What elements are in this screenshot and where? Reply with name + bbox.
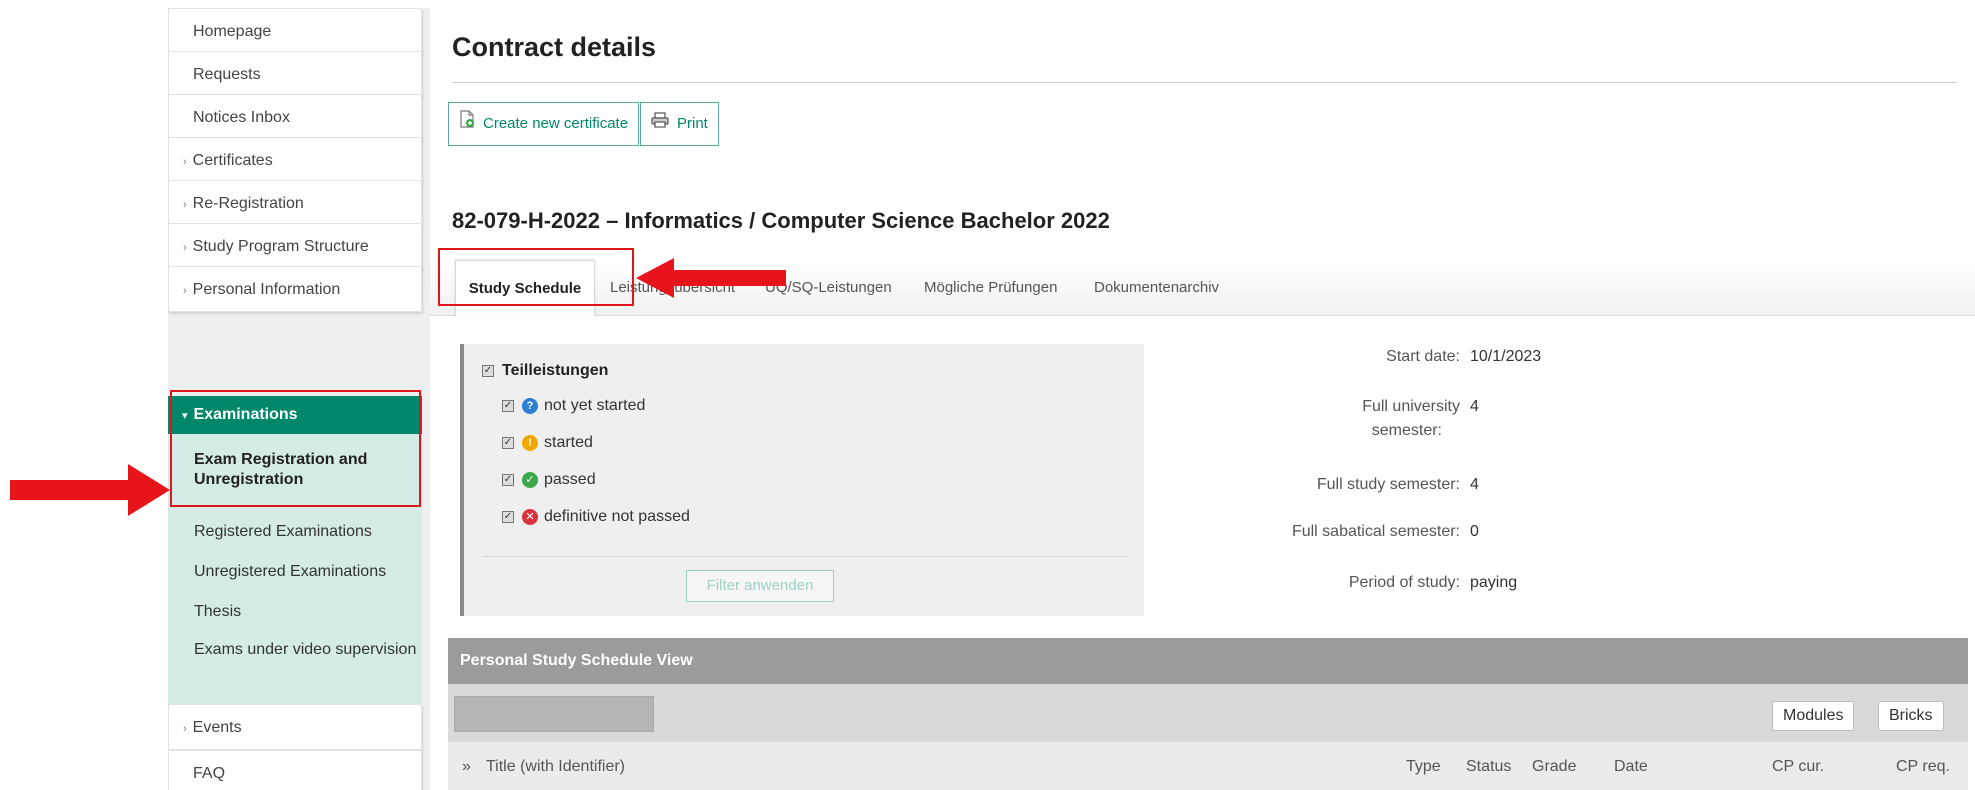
period-of-study-value: paying: [1470, 574, 1518, 591]
sidebar-item-notices-inbox[interactable]: Notices Inbox: [168, 94, 422, 140]
title-divider: [452, 82, 1957, 83]
chevron-right-icon: ›: [183, 156, 187, 168]
sidebar-item-label: Homepage: [193, 23, 272, 40]
expand-all-icon[interactable]: »: [462, 758, 471, 776]
sidebar-item-homepage[interactable]: Homepage: [168, 8, 422, 54]
printer-icon: [651, 103, 669, 145]
filter-option-label: definitive not passed: [544, 508, 690, 525]
period-of-study-label: Period of study:: [1348, 574, 1460, 591]
filter-option-definitive-not-passed[interactable]: ✓ ✕ definitive not passed: [502, 508, 690, 526]
checkbox-icon[interactable]: ✓: [502, 473, 514, 486]
cross-icon: ✕: [522, 508, 538, 525]
submenu-item-unregistered-examinations[interactable]: Unregistered Examinations: [194, 562, 419, 582]
chevron-right-icon: ›: [183, 723, 187, 735]
sidebar-item-label: Notices Inbox: [193, 109, 290, 126]
apply-filter-button[interactable]: Filter anwenden: [686, 570, 834, 602]
sidebar-item-faq[interactable]: FAQ: [168, 750, 422, 790]
start-date-label: Start date:: [1386, 348, 1460, 365]
create-certificate-button[interactable]: Create new certificate: [448, 102, 640, 146]
filter-divider: [482, 556, 1127, 557]
create-certificate-label: Create new certificate: [483, 115, 629, 132]
column-date[interactable]: Date: [1614, 758, 1648, 776]
checkbox-icon[interactable]: ✓: [502, 399, 514, 412]
sidebar-item-label: Requests: [193, 66, 261, 83]
column-type[interactable]: Type: [1406, 758, 1441, 776]
column-cp-current[interactable]: CP cur.: [1772, 758, 1824, 776]
page-title: Contract details: [452, 32, 657, 62]
filter-group-teilleistungen[interactable]: ✓ Teilleistungen: [482, 362, 608, 380]
full-university-semester-value: 4: [1470, 398, 1479, 415]
sidebar-item-study-program-structure[interactable]: › Study Program Structure: [168, 223, 422, 269]
schedule-column-header: » Title (with Identifier) Type Status Gr…: [448, 742, 1968, 790]
red-arrow-right-icon: [10, 464, 170, 516]
checkbox-icon[interactable]: ✓: [502, 436, 514, 449]
schedule-header: Personal Study Schedule View: [448, 638, 1968, 684]
full-study-semester-value: 4: [1470, 476, 1479, 493]
filter-option-label: not yet started: [544, 397, 646, 414]
sidebar-item-label: FAQ: [193, 765, 226, 782]
print-button[interactable]: Print: [640, 102, 719, 146]
filter-option-passed[interactable]: ✓ ✓ passed: [502, 471, 596, 489]
main-content: Contract details Create new certificate …: [430, 8, 1975, 790]
submenu-item-thesis[interactable]: Thesis: [194, 602, 419, 622]
bricks-view-button[interactable]: Bricks: [1878, 701, 1944, 731]
checkbox-icon[interactable]: ✓: [482, 364, 494, 377]
column-cp-required[interactable]: CP req.: [1896, 758, 1950, 776]
chevron-right-icon: ›: [183, 199, 187, 211]
sidebar-item-certificates[interactable]: › Certificates: [168, 137, 422, 183]
sidebar-item-personal-information[interactable]: › Personal Information: [168, 266, 422, 312]
sabbatical-semester-label: Full sabatical semester:: [1291, 523, 1460, 540]
tab-dokumentenarchiv[interactable]: Dokumentenarchiv: [1094, 260, 1219, 316]
column-grade[interactable]: Grade: [1532, 758, 1576, 776]
chevron-right-icon: ›: [183, 242, 187, 254]
sidebar-item-label: Events: [192, 719, 242, 736]
column-status[interactable]: Status: [1466, 758, 1511, 776]
submenu-item-registered-examinations[interactable]: Registered Examinations: [194, 522, 419, 542]
highlight-box-study-schedule-tab: [438, 248, 634, 306]
full-study-semester-label: Full study semester:: [1316, 476, 1460, 493]
sidebar-item-re-registration[interactable]: › Re-Registration: [168, 180, 422, 226]
highlight-box-examinations: [170, 390, 421, 507]
program-title: 82-079-H-2022 – Informatics / Computer S…: [452, 208, 1110, 233]
question-icon: ?: [522, 397, 538, 414]
schedule-toolbar: Modules Bricks: [448, 684, 1968, 742]
sidebar-item-events[interactable]: › Events: [168, 704, 422, 750]
submenu-item-exams-video-supervision[interactable]: Exams under video supervision: [194, 640, 419, 660]
filter-option-started[interactable]: ✓! started: [502, 434, 593, 452]
sidebar-item-label: Study Program Structure: [192, 238, 369, 255]
schedule-search-field[interactable]: [454, 696, 654, 732]
full-university-semester-label-line1: Full university: [1362, 398, 1460, 415]
check-icon: ✓: [522, 471, 538, 488]
filter-group-label: Teilleistungen: [502, 362, 609, 379]
print-label: Print: [677, 115, 708, 132]
filter-option-label: passed: [544, 471, 596, 488]
full-university-semester-label-line2: semester:: [1371, 422, 1442, 439]
sidebar-item-requests[interactable]: Requests: [168, 51, 422, 97]
sabbatical-semester-value: 0: [1470, 523, 1479, 540]
sidebar-item-label: Re-Registration: [192, 195, 304, 212]
exclamation-icon: !: [522, 434, 538, 451]
sidebar-item-label: Personal Information: [192, 281, 341, 298]
column-title[interactable]: Title (with Identifier): [486, 758, 625, 776]
chevron-right-icon: ›: [183, 285, 187, 297]
checkbox-icon[interactable]: ✓: [502, 510, 514, 523]
modules-view-button[interactable]: Modules: [1772, 701, 1855, 731]
red-arrow-left-icon: [636, 258, 786, 298]
tab-moegliche-pruefungen[interactable]: Mögliche Prüfungen: [924, 260, 1057, 316]
document-add-icon: [459, 103, 475, 145]
sidebar-item-label: Certificates: [192, 152, 273, 169]
status-filter-panel: ✓ Teilleistungen ✓? not yet started ✓! star…: [460, 344, 1144, 616]
start-date-value: 10/1/2023: [1470, 348, 1542, 365]
filter-option-label: started: [544, 434, 593, 451]
filter-option-not-yet-started[interactable]: ✓? not yet started: [502, 397, 645, 415]
